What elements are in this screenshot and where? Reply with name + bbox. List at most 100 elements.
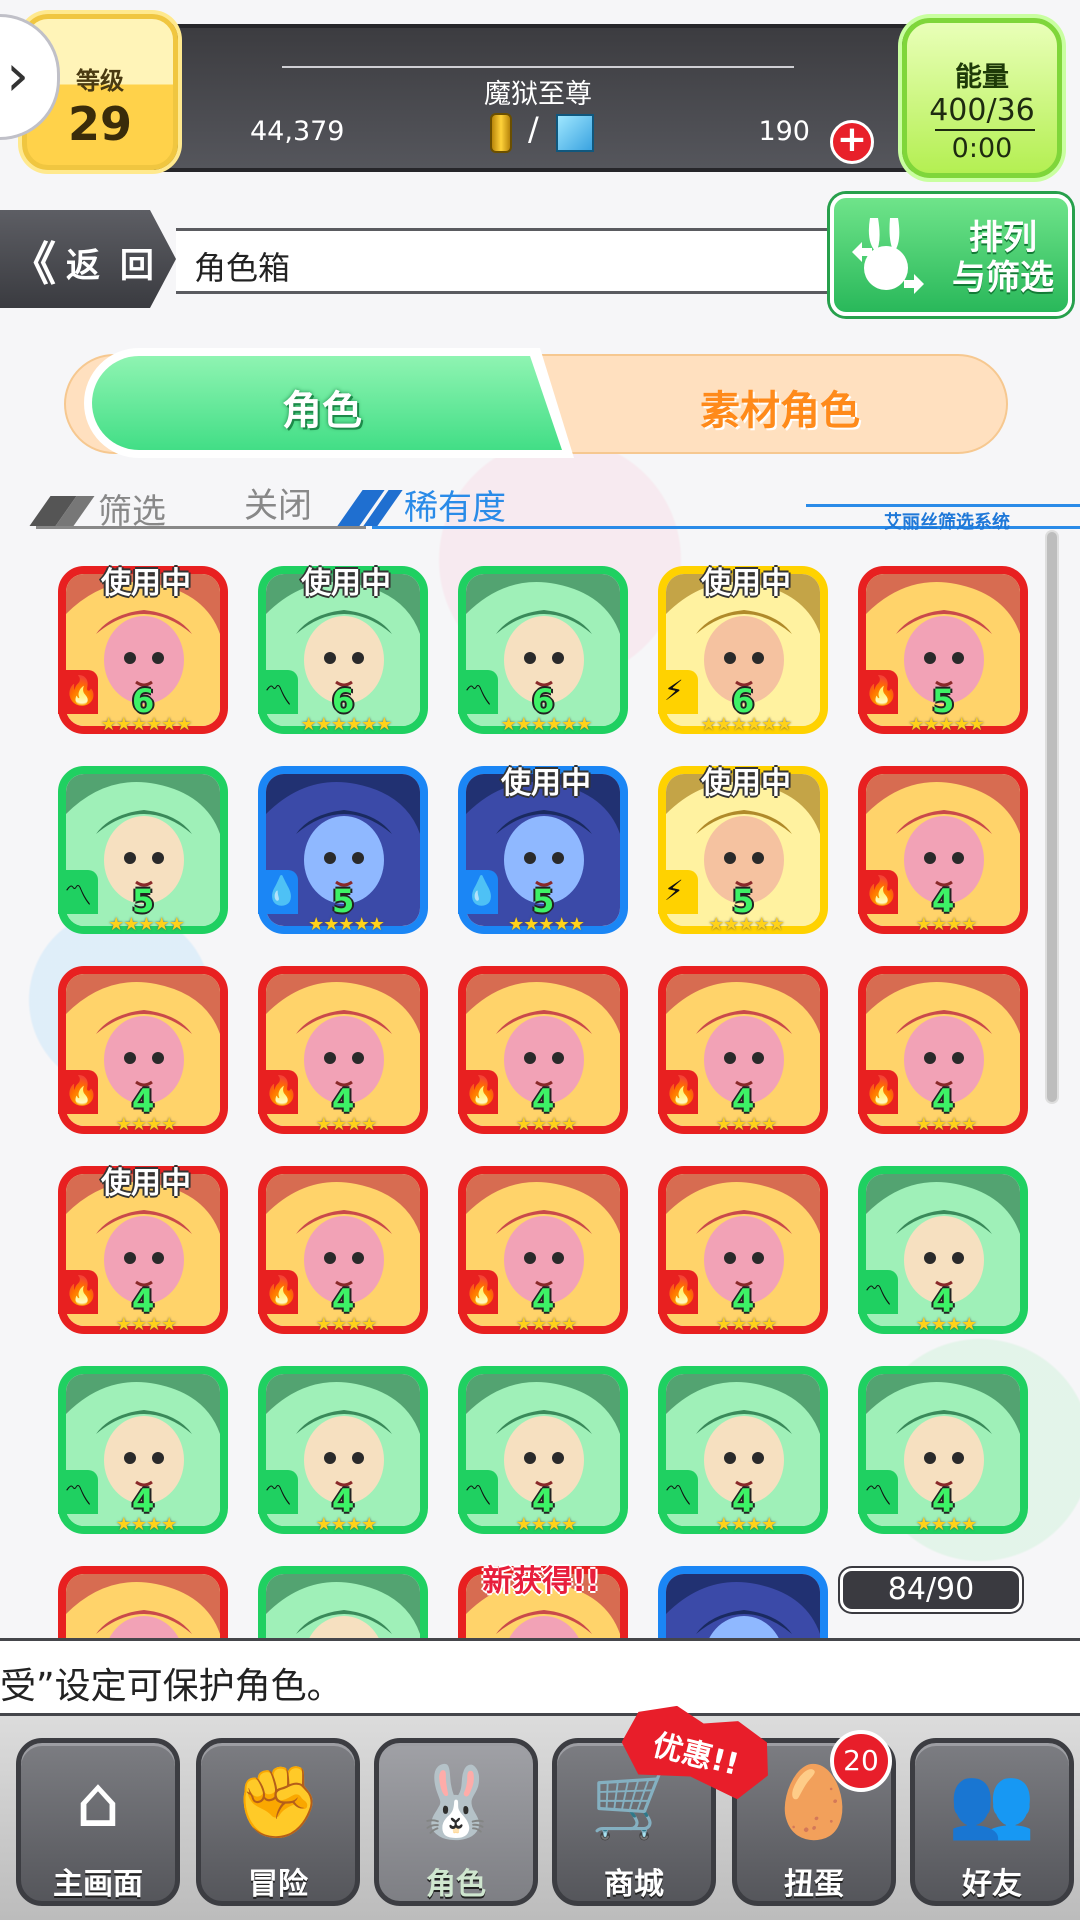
nav-button-home[interactable]: ⌂ 主画面: [16, 1738, 180, 1906]
app-screen: 魔狱至尊 44,379 / 190 + 等级 29 › 能量 400/36 0:…: [0, 0, 1080, 1920]
double-chevron-left-icon: 《: [10, 237, 56, 291]
wind-icon: 〽: [64, 1479, 93, 1512]
wind-element-icon: 〽: [58, 870, 98, 914]
fire-icon: 🔥: [664, 1074, 699, 1107]
rarity-stars: ★★★★: [715, 1114, 778, 1135]
gacha-count-badge: 20: [830, 1730, 892, 1792]
buy-crystals-button[interactable]: +: [830, 120, 874, 164]
rarity-stars: ★★★★: [515, 1314, 578, 1335]
scrollbar-thumb[interactable]: [1047, 532, 1057, 1102]
rarity-stars: ★★★★: [115, 1514, 178, 1535]
rarity-stars: ★★★★★★: [100, 714, 193, 735]
wind-icon: 〽: [464, 1479, 493, 1512]
character-card[interactable]: 🔥 4 ★★★★: [258, 1166, 428, 1342]
sort-label-line2: 与筛选: [952, 258, 1054, 298]
rarity-stars: ★★★★★★: [500, 714, 593, 735]
box-capacity: 84/90: [840, 1568, 1022, 1612]
fire-icon: 🔥: [64, 1074, 99, 1107]
rarity-stars: ★★★★: [115, 1314, 178, 1335]
nav-button-bunny[interactable]: 🐰 角色: [374, 1738, 538, 1906]
fire-element-icon: 🔥: [58, 1070, 99, 1114]
character-card[interactable]: 〽 4 ★★★★: [658, 1366, 828, 1542]
coin-icon: [490, 113, 512, 153]
status-bar: 魔狱至尊 44,379 / 190 + 等级 29 › 能量 400/36 0:…: [0, 0, 1080, 178]
character-card[interactable]: 〽: [258, 1566, 428, 1638]
wind-icon: 〽: [464, 679, 493, 712]
character-card[interactable]: 🔥新获得!!: [458, 1564, 628, 1638]
friends-icon: 👥: [948, 1761, 1036, 1843]
character-card[interactable]: 🔥 4 ★★★★: [258, 966, 428, 1142]
chevron-right-icon: ›: [6, 41, 30, 109]
character-card[interactable]: 🔥 5 ★★★★★: [858, 566, 1028, 742]
character-card[interactable]: 🔥 4 ★★★★: [658, 966, 828, 1142]
wind-element-icon: 〽: [458, 1470, 498, 1514]
back-button[interactable]: 《 返 回: [0, 210, 176, 308]
character-card[interactable]: 💧 5 ★★★★★ 使用中: [458, 766, 628, 942]
filter-system-label: 艾丽丝筛选系统: [884, 512, 1010, 533]
character-card[interactable]: 🔥: [58, 1566, 228, 1638]
energy-panel[interactable]: 能量 400/36 0:00: [902, 18, 1062, 178]
rarity-stars: ★★★★: [915, 1514, 978, 1535]
wind-element-icon: 〽: [458, 670, 498, 714]
player-title: 魔狱至尊: [484, 79, 592, 110]
wind-icon: 〽: [864, 1479, 893, 1512]
rarity-sort-label[interactable]: 稀有度: [404, 480, 506, 529]
character-card[interactable]: 🔥 4 ★★★★: [58, 966, 228, 1142]
character-portrait-frame: [658, 1566, 828, 1638]
filter-state[interactable]: 关闭: [244, 478, 312, 527]
tab-characters-label[interactable]: 角色: [92, 378, 552, 436]
thunder-element-icon: ⚡: [658, 870, 698, 914]
fire-element-icon: 🔥: [858, 1070, 899, 1114]
rarity-stars: ★★★★: [915, 1314, 978, 1335]
character-card[interactable]: ⚡ 6 ★★★★★★ 使用中: [658, 566, 828, 742]
nav-button-handshake[interactable]: ✊ 冒险: [196, 1738, 360, 1906]
fire-icon: 🔥: [864, 674, 899, 707]
character-card[interactable]: 〽 4 ★★★★: [58, 1366, 228, 1542]
wind-element-icon: 〽: [258, 1470, 298, 1514]
character-card[interactable]: 〽 6 ★★★★★★ 使用中: [258, 566, 428, 742]
character-card[interactable]: 🔥 4 ★★★★: [858, 766, 1028, 942]
handshake-icon: ✊: [234, 1761, 322, 1843]
rarity-stars: ★★★★: [315, 1114, 378, 1135]
character-card[interactable]: 🔥 4 ★★★★: [658, 1166, 828, 1342]
water-element-icon: 💧: [258, 870, 299, 914]
character-card[interactable]: 〽 4 ★★★★: [858, 1366, 1028, 1542]
character-card[interactable]: 〽 4 ★★★★: [258, 1366, 428, 1542]
rarity-stars: ★★★★: [915, 914, 978, 935]
divider: [36, 526, 366, 529]
fire-icon: 🔥: [664, 1274, 699, 1307]
character-card[interactable]: 🔥 4 ★★★★: [458, 1166, 628, 1342]
fire-element-icon: 🔥: [258, 1270, 299, 1314]
nav-button-friends[interactable]: 👥 好友: [910, 1738, 1074, 1906]
character-card[interactable]: 💧 5 ★★★★★: [258, 766, 428, 942]
character-card[interactable]: 🔥 4 ★★★★: [858, 966, 1028, 1142]
character-card[interactable]: 🔥 4 ★★★★ 使用中: [58, 1166, 228, 1342]
character-card[interactable]: 〽 4 ★★★★: [858, 1166, 1028, 1342]
character-card[interactable]: 🔥 4 ★★★★: [458, 966, 628, 1142]
wind-icon: 〽: [264, 679, 293, 712]
character-card[interactable]: 💧: [658, 1566, 828, 1638]
character-card[interactable]: 〽 6 ★★★★★★: [458, 566, 628, 742]
sort-filter-button[interactable]: 排列 与筛选: [830, 194, 1072, 316]
character-grid: 🔥 6 ★★★★★★ 使用中〽 6 ★★★★★★ 使用中〽 6 ★★★★★★ ⚡ 6 ★★★★★★ 使用…: [0, 548, 1045, 1638]
breadcrumb: 角色箱: [176, 228, 866, 294]
character-card[interactable]: 〽 4 ★★★★: [458, 1366, 628, 1542]
character-card[interactable]: 〽 5 ★★★★★: [58, 766, 228, 942]
water-icon: 💧: [264, 874, 299, 907]
nav-label: 主画面: [53, 1867, 143, 1902]
rarity-stars: ★★★★: [715, 1514, 778, 1535]
ticker-text: 受”设定可保护角色。: [0, 1666, 343, 1707]
divider: [806, 504, 1080, 507]
fire-icon: 🔥: [64, 1274, 99, 1307]
character-card[interactable]: ⚡ 5 ★★★★★ 使用中: [658, 766, 828, 942]
rarity-stars: ★★★★★: [508, 914, 585, 935]
thunder-element-icon: ⚡: [658, 670, 698, 714]
fire-element-icon: 🔥: [858, 670, 899, 714]
character-portrait: [666, 1574, 820, 1638]
tab-materials[interactable]: 素材角色: [570, 378, 990, 436]
sort-label-line1: 排列: [969, 218, 1037, 258]
nav-label: 扭蛋: [784, 1867, 844, 1902]
character-card[interactable]: 🔥 6 ★★★★★★ 使用中: [58, 566, 228, 742]
fire-element-icon: 🔥: [858, 870, 899, 914]
in-use-badge: 使用中: [701, 766, 791, 801]
